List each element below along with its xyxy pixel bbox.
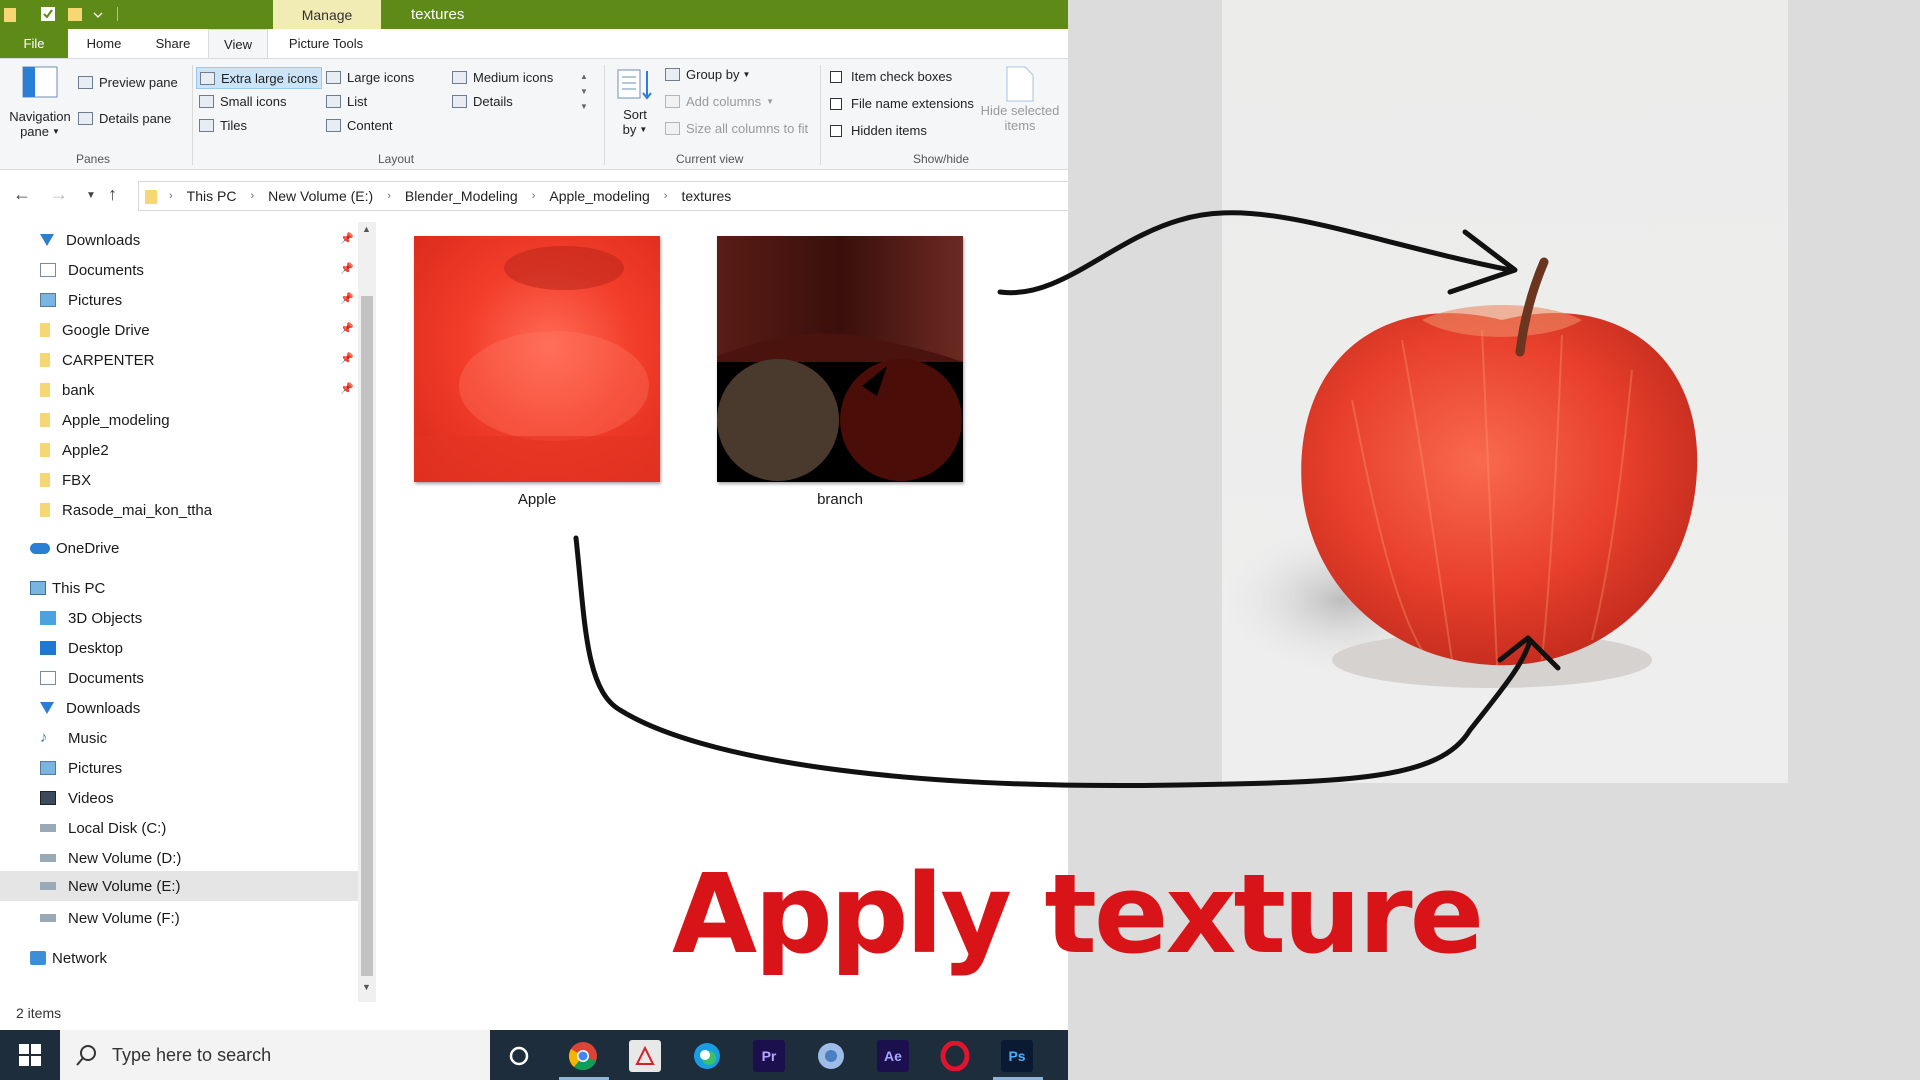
after-effects-icon[interactable]: Ae — [877, 1040, 909, 1072]
overlay-title: Apply texture — [672, 850, 1484, 978]
arrow-apple-to-body — [573, 535, 1533, 789]
windows-logo-icon — [19, 1044, 41, 1066]
premiere-pro-icon[interactable]: Pr — [753, 1040, 785, 1072]
chrome-icon[interactable] — [567, 1040, 599, 1072]
cortana-icon[interactable] — [503, 1040, 535, 1072]
search-icon — [76, 1045, 96, 1066]
edge-icon[interactable] — [691, 1040, 723, 1072]
photoshop-icon[interactable]: Ps — [1001, 1040, 1033, 1072]
arrow-branch-to-stem — [997, 210, 1513, 296]
arrowhead-body — [1497, 635, 1561, 671]
start-button[interactable] — [0, 1030, 60, 1080]
opera-icon[interactable] — [939, 1040, 971, 1072]
search-placeholder: Type here to search — [112, 1044, 272, 1065]
taskbar-search[interactable]: Type here to search — [60, 1030, 490, 1080]
chrome-profile-icon[interactable] — [815, 1040, 847, 1072]
taskbar: Type here to search Pr Ae Ps — [0, 1030, 1068, 1080]
acrobat-icon[interactable] — [629, 1040, 661, 1072]
